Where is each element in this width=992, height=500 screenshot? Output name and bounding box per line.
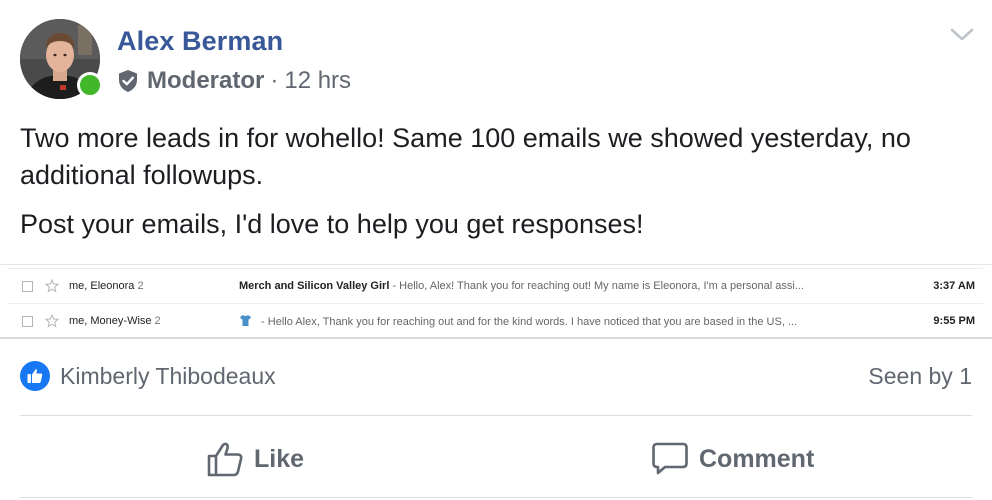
thumbs-up-outline-icon: [207, 442, 243, 477]
comment-bubble-icon: [652, 442, 688, 475]
checkbox-icon: [22, 280, 33, 292]
email-subject: Merch and Silicon Valley Girl: [239, 280, 390, 292]
tshirt-icon: [240, 315, 251, 326]
email-snippet: - Hello Alex, Thank you for reaching out…: [258, 316, 798, 328]
reactions-bar: Kimberly Thibodeaux Seen by 1: [20, 358, 972, 394]
seen-count[interactable]: Seen by 1: [868, 363, 972, 390]
meta-separator: ·: [270, 67, 279, 94]
online-status-dot: [77, 72, 103, 98]
like-label: Like: [254, 444, 305, 473]
like-reaction-icon[interactable]: [20, 361, 50, 391]
like-button[interactable]: Like: [206, 430, 304, 488]
email-sender: me, Money-Wise 2: [69, 315, 161, 327]
email-subject-line: Merch and Silicon Valley Girl - Hello, A…: [239, 280, 881, 292]
email-time: 3:37 AM: [933, 280, 975, 292]
post-body: Two more leads in for wohello! Same 100 …: [20, 120, 980, 243]
email-screenshot[interactable]: me, Eleonora 2 Merch and Silicon Valley G…: [0, 264, 992, 339]
author-avatar-wrapper[interactable]: [20, 19, 103, 99]
author-name[interactable]: Alex Berman: [117, 26, 283, 57]
post-paragraph: Post your emails, I'd love to help you g…: [20, 209, 644, 239]
post-meta: Moderator · 12 hrs: [117, 66, 351, 96]
divider: [20, 415, 972, 416]
checkbox-icon: [22, 315, 33, 327]
comment-button[interactable]: Comment: [651, 430, 814, 488]
chevron-down-icon[interactable]: [948, 24, 976, 46]
email-sender: me, Eleonora 2: [69, 280, 144, 292]
reactor-name[interactable]: Kimberly Thibodeaux: [60, 363, 276, 390]
comment-label: Comment: [699, 444, 815, 473]
email-time: 9:55 PM: [933, 315, 975, 327]
author-role[interactable]: Moderator: [147, 67, 264, 95]
email-row: me, Eleonora 2 Merch and Silicon Valley G…: [8, 268, 983, 303]
star-icon: [45, 314, 59, 328]
moderator-shield-icon: [119, 70, 137, 92]
email-snippet: - Hello, Alex! Thank you for reaching ou…: [389, 280, 804, 292]
post-timestamp[interactable]: 12 hrs: [284, 67, 351, 95]
thumbs-up-icon: [27, 369, 43, 383]
post-paragraph: Two more leads in for wohello! Same 100 …: [20, 123, 911, 190]
email-subject-line: - Hello Alex, Thank you for reaching out…: [239, 314, 881, 328]
star-icon: [45, 279, 59, 293]
divider: [20, 497, 972, 498]
email-row: me, Money-Wise 2 - Hello Alex, Thank you …: [8, 303, 983, 338]
